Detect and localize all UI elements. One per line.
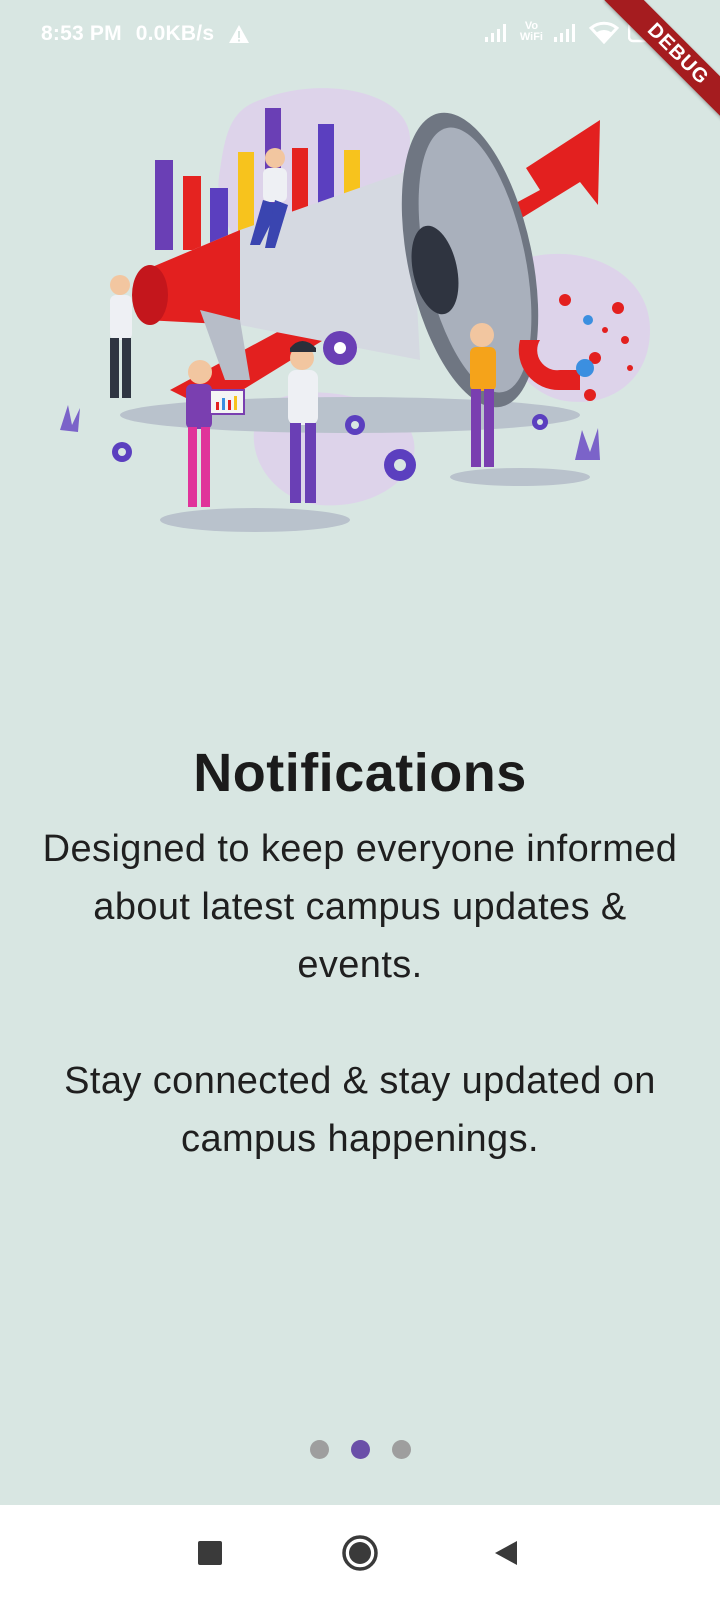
- page-dot-3[interactable]: [391, 1440, 411, 1459]
- description-secondary: Stay connected & stay updated on campus …: [64, 1060, 656, 1160]
- warning-icon: [229, 25, 250, 43]
- megaphone-marketing-illustration: [60, 88, 650, 532]
- network-speed: 0.0KB/s: [135, 22, 215, 45]
- onboarding-title: Notifications: [193, 743, 527, 803]
- page-dot-1[interactable]: [309, 1440, 329, 1459]
- signal-icon: [484, 24, 506, 42]
- recent-apps-button[interactable]: [190, 1533, 230, 1573]
- page-indicator: [0, 1440, 720, 1459]
- status-bar: 8:53 PM 0.0KB/s Vo WiFi: [0, 0, 720, 70]
- back-icon: [495, 1541, 517, 1565]
- recent-apps-icon: [198, 1541, 222, 1565]
- back-button[interactable]: [486, 1533, 526, 1573]
- description-primary: Designed to keep everyone informed about…: [42, 828, 678, 986]
- signal-icon: [554, 24, 575, 42]
- status-left: 8:53 PM 0.0KB/s: [41, 22, 250, 46]
- system-nav-bar: [0, 1505, 720, 1600]
- page-dot-2[interactable]: [350, 1440, 370, 1459]
- home-icon: [342, 1535, 378, 1571]
- onboarding-description: Designed to keep everyone informed about…: [40, 820, 680, 1168]
- status-time: 8:53 PM: [41, 22, 122, 45]
- volte-bottom: WiFi: [519, 31, 543, 43]
- volte-label: Vo WiFi: [520, 21, 543, 43]
- home-button[interactable]: [340, 1533, 380, 1573]
- onboarding-screen: 8:53 PM 0.0KB/s Vo WiFi DEBUG Notificati…: [0, 0, 720, 1505]
- wifi-icon: [589, 21, 619, 44]
